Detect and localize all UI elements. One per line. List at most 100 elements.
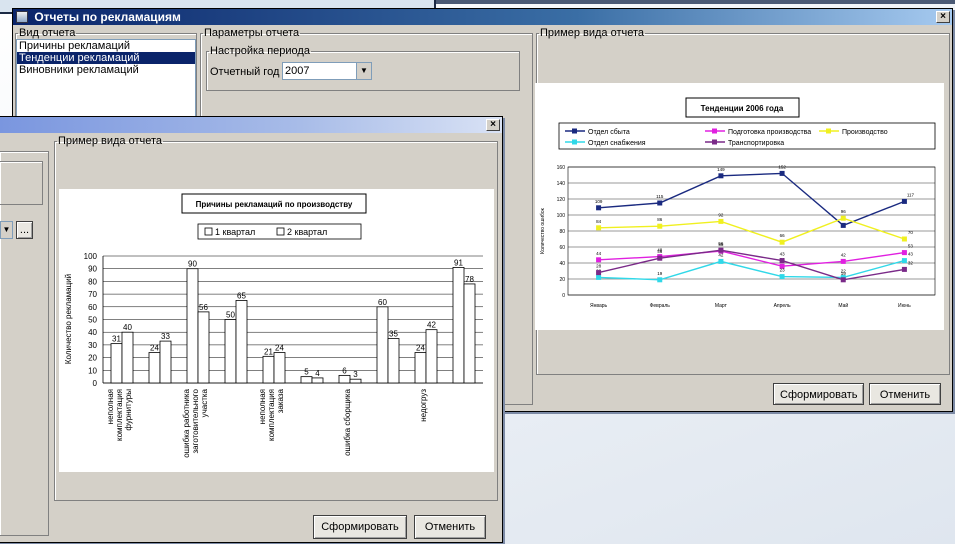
line-point — [657, 223, 663, 229]
bar-y-tick-label: 80 — [88, 277, 97, 286]
causes-window-titlebar[interactable]: × — [0, 117, 502, 133]
bar-chart-title: Причины рекламаций по производству — [196, 200, 353, 209]
bar — [300, 376, 313, 384]
causes-cancel-button[interactable]: Отменить — [414, 515, 486, 539]
legend-marker — [712, 128, 717, 134]
bar-category-label: неполная — [258, 389, 267, 424]
left-params-panel — [0, 151, 49, 536]
y-tick-label: 20 — [559, 277, 565, 283]
line-data-label: 117 — [907, 192, 915, 197]
ellipsis-button[interactable]: ... — [16, 221, 33, 239]
chevron-down-icon[interactable]: ▼ — [356, 63, 371, 79]
line-point — [779, 239, 785, 245]
line-data-label: 84 — [596, 219, 602, 224]
bar-legend-swatch — [204, 227, 213, 236]
legend-marker — [572, 128, 577, 134]
report-type-item-selected[interactable]: Тенденции рекламаций — [17, 52, 195, 64]
x-tick-label: Май — [838, 302, 848, 309]
line-point — [901, 258, 907, 264]
line-series — [598, 172, 905, 227]
line-data-label: 86 — [657, 217, 663, 222]
line-point — [596, 225, 602, 231]
bar-data-label: 91 — [454, 258, 463, 267]
y-tick-label: 40 — [559, 261, 565, 267]
bar-data-label: 31 — [112, 335, 121, 344]
line-data-label: 53 — [908, 244, 914, 249]
y-tick-label: 120 — [557, 197, 566, 203]
line-data-label: 66 — [780, 233, 786, 238]
x-tick-label: Апрель — [774, 303, 791, 309]
bar-data-label: 33 — [161, 332, 170, 341]
bar-y-tick-label: 90 — [88, 265, 97, 274]
y-tick-label: 0 — [562, 293, 565, 299]
bar — [148, 352, 161, 384]
bar-category-label: недогруз — [419, 389, 428, 422]
close-icon[interactable]: × — [486, 119, 500, 131]
line-data-label: 44 — [596, 251, 602, 256]
y-tick-label: 140 — [557, 181, 566, 187]
bar-y-tick-label: 70 — [88, 290, 97, 299]
background-window-edge-top — [436, 0, 955, 4]
main-window-titlebar[interactable]: Отчеты по рекламациям × — [13, 9, 952, 25]
line-point — [840, 215, 846, 221]
bar-y-tick-label: 0 — [93, 379, 98, 388]
causes-bar-chart-svg: Причины рекламаций по производству 1 квар… — [64, 193, 483, 458]
bar — [186, 268, 199, 384]
legend-label: Транспортировка — [728, 140, 784, 147]
left-period-panel — [0, 161, 43, 205]
report-type-item[interactable]: Виновники рекламаций — [17, 64, 195, 76]
bar-y-tick-label: 60 — [88, 303, 97, 312]
main-cancel-button[interactable]: Отменить — [869, 383, 941, 405]
left-select[interactable]: ▼ — [0, 221, 13, 239]
bar — [452, 267, 465, 384]
bar-category-label: комплектация — [115, 389, 124, 441]
line-data-label: 43 — [780, 252, 786, 257]
line-data-label: 149 — [717, 167, 725, 172]
line-point — [779, 170, 785, 176]
line-point — [718, 173, 724, 179]
x-tick-label: Январь — [590, 303, 608, 309]
bar-data-label: 35 — [389, 330, 398, 339]
bar-data-label: 56 — [199, 303, 208, 312]
main-generate-button[interactable]: Сформировать — [773, 383, 864, 405]
legend-label: Отдел снабжения — [588, 139, 646, 147]
x-tick-label: Февраль — [650, 303, 671, 309]
bar — [376, 306, 389, 384]
line-y-axis-label: Количество ошибок — [540, 207, 546, 253]
x-tick-label: Март — [715, 303, 728, 309]
line-data-label: 42 — [718, 252, 724, 257]
bar-y-tick-label: 10 — [88, 366, 97, 375]
causes-generate-button[interactable]: Сформировать — [313, 515, 407, 539]
y-tick-label: 80 — [559, 229, 565, 235]
line-series — [598, 250, 905, 267]
bar-y-tick-label: 100 — [84, 252, 98, 261]
line-data-label: 23 — [780, 268, 786, 273]
close-icon[interactable]: × — [936, 11, 950, 23]
y-tick-label: 160 — [557, 165, 566, 171]
bar-data-label: 78 — [465, 275, 474, 284]
line-point — [840, 222, 846, 228]
line-point — [657, 277, 663, 283]
bar — [197, 311, 210, 384]
bar-y-tick-label: 40 — [88, 328, 97, 337]
bar-y-axis-label: Количество рекламаций — [64, 274, 73, 364]
line-data-label: 152 — [778, 164, 786, 169]
bar — [311, 377, 324, 384]
bar-data-label: 65 — [237, 291, 246, 300]
bar-data-label: 90 — [188, 260, 197, 269]
line-point — [901, 250, 907, 256]
report-type-item[interactable]: Причины рекламаций — [17, 40, 195, 52]
line-series — [598, 217, 905, 243]
line-point — [596, 257, 602, 263]
bar-data-label: 6 — [342, 366, 347, 375]
line-point — [779, 274, 785, 280]
report-params-legend: Параметры отчета — [204, 27, 300, 39]
bar — [235, 300, 248, 384]
causes-chart: Причины рекламаций по производству 1 квар… — [59, 189, 494, 472]
legend-marker — [826, 128, 831, 134]
year-select[interactable]: 2007 ▼ — [282, 62, 372, 80]
bar — [338, 374, 351, 384]
chevron-down-icon[interactable]: ▼ — [0, 222, 12, 238]
line-point — [840, 277, 846, 283]
line-data-label: 32 — [908, 260, 914, 265]
